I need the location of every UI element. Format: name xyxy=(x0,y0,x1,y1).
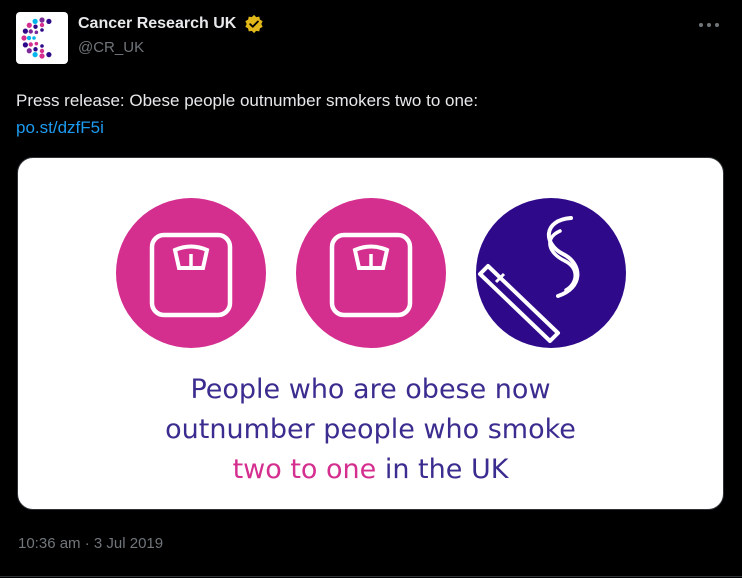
more-options-icon[interactable] xyxy=(698,20,720,30)
timestamp[interactable]: 10:36 am · 3 Jul 2019 xyxy=(18,535,163,552)
tweet-media[interactable]: People who are obese now outnumber peopl… xyxy=(17,157,724,510)
tweet-text: Press release: Obese people outnumber sm… xyxy=(16,88,716,140)
scale-icon xyxy=(296,198,446,348)
tweet-body: Press release: Obese people outnumber sm… xyxy=(16,91,479,110)
caption-line-3: two to one in the UK xyxy=(18,450,723,490)
caption-end: in the UK xyxy=(376,454,509,485)
display-name[interactable]: Cancer Research UK xyxy=(78,15,236,33)
cruk-logo-icon xyxy=(21,17,52,59)
caption-line-2: outnumber people who smoke xyxy=(165,414,576,445)
tweet-link[interactable]: po.st/dzfF5i xyxy=(16,115,716,140)
verified-badge-icon xyxy=(245,14,263,34)
handle[interactable]: @CR_UK xyxy=(78,39,264,56)
infographic-caption: People who are obese now outnumber peopl… xyxy=(18,370,723,490)
avatar[interactable] xyxy=(16,12,68,64)
account-names: Cancer Research UK @CR_UK xyxy=(78,14,264,56)
caption-highlight: two to one xyxy=(232,454,377,485)
caption-line-1: People who are obese now xyxy=(190,374,551,405)
tweet: Cancer Research UK @CR_UK Press release:… xyxy=(0,0,742,578)
cigarette-icon xyxy=(476,198,626,348)
tweet-header: Cancer Research UK @CR_UK xyxy=(16,12,728,68)
divider xyxy=(0,576,742,577)
scale-icon xyxy=(116,198,266,348)
